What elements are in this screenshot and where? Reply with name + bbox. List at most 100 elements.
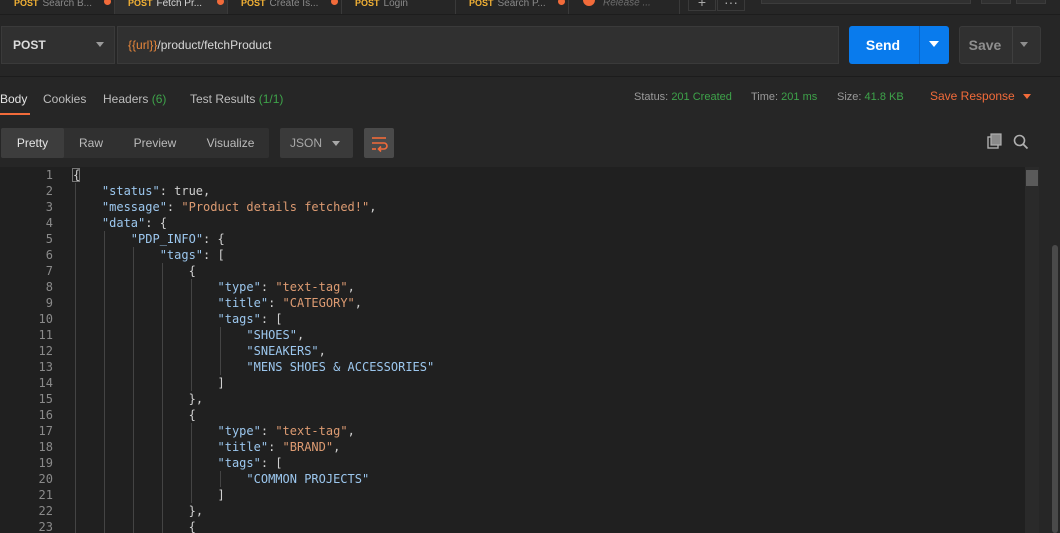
code-line: 4 "data": { [0, 215, 1025, 231]
code-line: 2 "status": true, [0, 183, 1025, 199]
send-options-chevron-icon[interactable] [929, 41, 939, 47]
line-number: 23 [38, 520, 53, 533]
json-punctuation: , [347, 424, 355, 438]
json-punctuation: : true, [159, 184, 211, 198]
response-size: Size: 41.8 KB [837, 91, 904, 103]
request-tab[interactable]: Release ... [569, 0, 680, 14]
line-number: 3 [45, 200, 53, 214]
view-raw-button[interactable]: Raw [64, 128, 118, 158]
line-number: 18 [38, 440, 53, 454]
save-options-chevron-icon[interactable] [1020, 42, 1028, 47]
code-line: 10 "tags": [ [0, 311, 1025, 327]
code-line: 7{ [0, 263, 1025, 279]
save-response-button[interactable]: Save Response [930, 89, 1031, 103]
view-visualize-button[interactable]: Visualize [192, 128, 269, 158]
request-tab[interactable]: POST Search B... [0, 0, 115, 14]
request-tab[interactable]: POST Search P... [456, 0, 569, 14]
unsaved-dot-icon [558, 0, 565, 5]
page-scrollbar-thumb[interactable] [1052, 245, 1058, 533]
search-icon [1013, 134, 1029, 150]
size-label: Size: [837, 91, 862, 103]
line-number: 13 [38, 360, 53, 374]
code-text: "MENS SHOES & ACCESSORIES" [246, 359, 434, 375]
json-string: "Product details fetched!" [181, 200, 370, 214]
json-punctuation: : { [145, 216, 167, 230]
code-text: "title": "BRAND", [218, 439, 341, 455]
wrap-lines-button[interactable] [364, 128, 394, 158]
line-number: 8 [45, 280, 53, 294]
view-preview-button[interactable]: Preview [118, 128, 192, 158]
request-tab-bar: POST Search B... POST Fetch Pr... POST Crea… [0, 0, 1060, 15]
method-value: POST [13, 38, 46, 52]
copy-button[interactable] [985, 132, 1005, 152]
editor-scrollbar[interactable] [1025, 167, 1039, 533]
tab-cookies[interactable]: Cookies [43, 92, 86, 106]
url-variable: {{url}} [128, 38, 158, 52]
tab-test-results-label: Test Results [190, 92, 256, 106]
json-key: "type" [217, 280, 261, 294]
code-line: 11 "SHOES", [0, 327, 1025, 343]
line-number: 4 [45, 216, 53, 230]
json-key: "title" [217, 440, 269, 454]
line-number: 14 [38, 376, 53, 390]
save-label: Save [968, 37, 1002, 53]
copy-icon [987, 133, 1002, 149]
pane-divider[interactable] [0, 76, 1060, 77]
request-tab[interactable]: POST Create Is... [228, 0, 342, 14]
search-button[interactable] [1011, 132, 1031, 152]
new-tab-button[interactable]: + [688, 0, 716, 11]
status-value[interactable]: 201 Created [671, 91, 732, 103]
json-punctuation: : [268, 440, 283, 454]
url-path: /product/fetchProduct [157, 38, 272, 52]
size-value[interactable]: 41.8 KB [865, 91, 904, 103]
line-number: 10 [38, 312, 53, 326]
json-key: "COMMON PROJECTS" [246, 472, 370, 486]
line-number: 6 [45, 248, 53, 262]
request-tab[interactable]: POST Login [342, 0, 456, 14]
editor-scrollbar-thumb[interactable] [1026, 170, 1038, 186]
json-punctuation: , [354, 296, 363, 310]
url-input[interactable]: {{url}}/product/fetchProduct [117, 26, 839, 64]
json-key: "data" [101, 216, 146, 230]
chevron-down-icon [96, 42, 104, 47]
code-text: { [73, 167, 80, 183]
environment-quick-look-button[interactable] [981, 0, 1011, 4]
save-button[interactable]: Save [959, 26, 1041, 64]
response-body-editor[interactable]: 1{2 "status": true, 3 "message": "Product d… [0, 167, 1025, 533]
line-number: 5 [45, 232, 53, 246]
code-text: { [189, 407, 196, 423]
time-value[interactable]: 201 ms [781, 91, 817, 103]
code-line: 1{ [0, 167, 1025, 183]
request-tab-active[interactable]: POST Fetch Pr... [115, 0, 228, 14]
line-number: 2 [45, 184, 53, 198]
code-text: "PDP_INFO": { [131, 231, 225, 247]
code-text: "type": "text-tag", [218, 279, 355, 295]
tab-body[interactable]: Body [0, 92, 27, 106]
code-line: 22}, [0, 503, 1025, 519]
code-text: "type": "text-tag", [218, 423, 355, 439]
environment-selector[interactable] [761, 0, 971, 4]
send-button[interactable]: Send [849, 26, 949, 64]
save-separator [1012, 27, 1013, 63]
status-label: Status: [634, 91, 669, 103]
tab-title: Search P... [497, 0, 546, 9]
code-text: "tags": [ [218, 455, 283, 471]
code-text: "message": "Product details fetched!", [102, 199, 377, 215]
view-pretty-button[interactable]: Pretty [1, 128, 64, 158]
tab-method: POST [128, 0, 153, 8]
method-select[interactable]: POST [1, 26, 115, 64]
tab-headers[interactable]: Headers (6) [103, 92, 166, 106]
format-select[interactable]: JSON [280, 128, 353, 158]
code-line: 16 { [0, 407, 1025, 423]
json-punctuation: , [369, 200, 377, 214]
line-number: 21 [38, 488, 53, 502]
tab-options-button[interactable]: ··· [717, 0, 745, 11]
tab-test-results[interactable]: Test Results (1/1) [190, 92, 283, 106]
manage-environments-button[interactable] [1016, 0, 1046, 4]
json-string: "CATEGORY" [282, 296, 355, 310]
json-punctuation: { [188, 264, 196, 278]
json-key: "SNEAKERS" [246, 344, 319, 358]
line-number: 15 [38, 392, 53, 406]
json-punctuation: { [188, 408, 196, 422]
chevron-down-icon [332, 141, 340, 146]
